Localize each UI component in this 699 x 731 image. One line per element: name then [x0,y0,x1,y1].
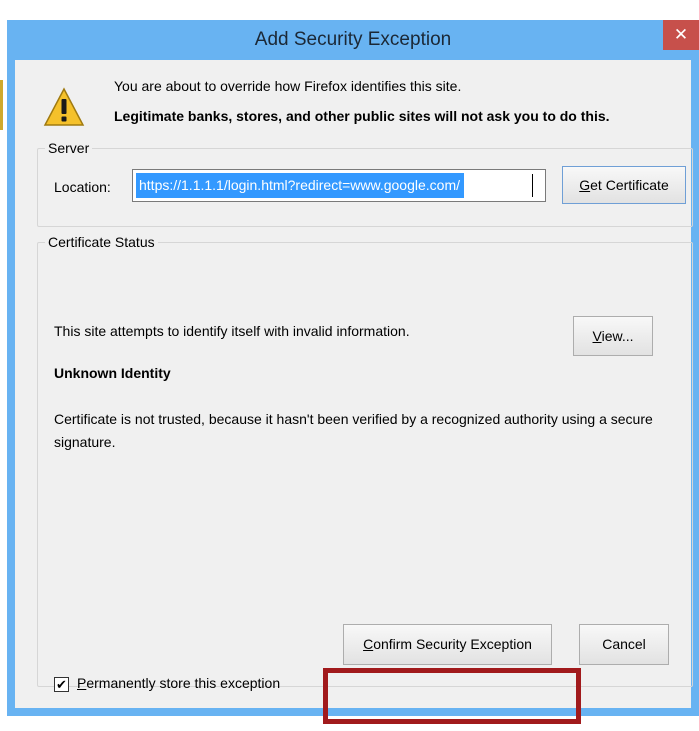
confirm-accesskey: C [363,636,374,652]
get-certificate-button[interactable]: Get Certificate [562,166,686,204]
text-caret [532,174,533,197]
checkmark-icon: ✔ [56,677,67,692]
view-button[interactable]: View... [573,316,653,356]
permanently-store-checkbox[interactable]: ✔ [54,677,69,692]
close-icon: ✕ [673,25,689,44]
permanently-store-accesskey: P [77,675,87,691]
location-value: https://1.1.1.1/login.html?redirect=www.… [136,173,465,198]
view-accesskey: V [592,328,602,344]
location-label: Location: [54,179,111,195]
view-label: iew... [601,328,634,344]
certificate-status-group: Certificate Status This site attempts to… [37,233,693,692]
dialog-title: Add Security Exception [254,29,452,50]
get-certificate-accesskey: G [579,177,591,193]
server-legend: Server [45,139,93,157]
certificate-status-legend: Certificate Status [45,233,158,251]
warning-emphasis: Legitimate banks, stores, and other publ… [114,108,610,124]
close-button[interactable]: ✕ [663,20,699,50]
add-security-exception-dialog: Add Security Exception ✕ You are about t… [7,20,699,716]
location-input[interactable]: https://1.1.1.1/login.html?redirect=www.… [132,169,546,202]
get-certificate-label: et Certificate [590,177,669,193]
title-bar[interactable]: Add Security Exception ✕ [7,20,699,60]
server-group: Server Location: https://1.1.1.1/login.h… [37,139,693,227]
warning-icon [43,87,85,126]
confirm-label: onfirm Security Exception [373,636,532,652]
confirm-security-exception-button[interactable]: Confirm Security Exception [343,624,552,665]
permanently-store-label[interactable]: Permanently store this exception [77,675,280,691]
permanently-store-text: ermanently store this exception [86,675,281,691]
dialog-content: You are about to override how Firefox id… [15,60,693,708]
cancel-button[interactable]: Cancel [579,624,669,665]
certificate-explanation: Certificate is not trusted, because it h… [54,411,653,450]
warning-message: You are about to override how Firefox id… [114,78,462,94]
unknown-identity-heading: Unknown Identity [54,365,171,381]
status-description: This site attempts to identify itself wi… [54,323,410,339]
background-window-edge [0,80,3,130]
